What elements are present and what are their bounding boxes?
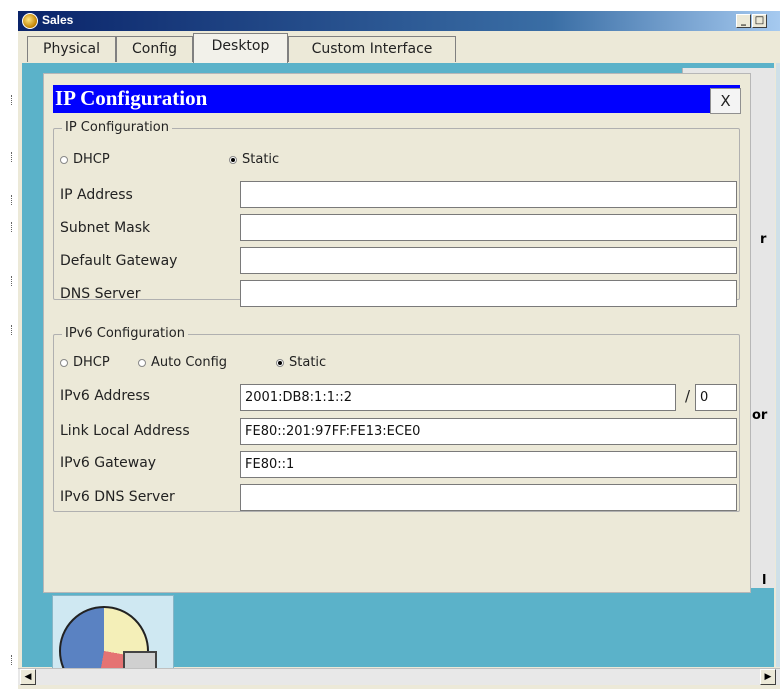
ip-address-field[interactable] [240,181,737,208]
ipv6-gateway-label: IPv6 Gateway [60,455,157,471]
tab-custom-interface[interactable]: Custom Interface [288,36,456,62]
ipv6-auto-config-radio[interactable]: Auto Config [138,355,227,370]
ipv6-address-field[interactable]: 2001:DB8:1:1::2 [240,384,676,411]
scroll-left-button[interactable]: ◀ [20,669,36,685]
ipv6-group: IPv6 Configuration DHCP Auto Config Stat… [53,326,740,512]
desktop-app-icon[interactable] [52,595,174,675]
radio-on-icon [276,358,284,367]
radio-on-icon [229,155,237,164]
subnet-mask-label: Subnet Mask [60,220,151,236]
dialog-titlebar: IP Configuration [53,85,740,113]
subnet-mask-field[interactable] [240,214,737,241]
ipv6-legend: IPv6 Configuration [62,326,188,341]
default-gateway-label: Default Gateway [60,253,178,269]
prefix-separator: / [685,387,691,405]
ipv6-static-radio[interactable]: Static [276,355,326,370]
link-local-address-label: Link Local Address [60,423,190,439]
ipv6-static-label: Static [289,355,327,370]
vertical-scroll-track[interactable] [776,63,780,667]
ipv4-group: IP Configuration DHCP Static IP Address … [53,120,740,307]
partial-label-r: r [760,232,767,247]
link-local-address-field[interactable]: FE80::201:97FF:FE13:ECE0 [240,418,737,445]
ipv4-static-label: Static [242,152,280,167]
app-icon [22,13,38,29]
scroll-right-button[interactable]: ▶ [760,669,776,685]
dns-server-field[interactable] [240,280,737,307]
partial-label-or: or [752,408,768,423]
ipv6-prefix-field[interactable]: 0 [695,384,737,411]
ipv4-legend: IP Configuration [62,120,172,135]
ipv4-static-radio[interactable]: Static [229,152,279,167]
ipv4-dhcp-label: DHCP [73,152,110,167]
tab-desktop[interactable]: Desktop [193,33,288,63]
ipv6-dhcp-label: DHCP [73,355,110,370]
minimize-button[interactable]: _ [736,14,751,28]
tab-config[interactable]: Config [116,36,193,62]
tab-physical[interactable]: Physical [27,36,116,62]
ipv6-dns-server-field[interactable] [240,484,737,511]
ip-configuration-dialog: IP Configuration X IP Configuration DHCP… [43,73,751,593]
ipv6-gateway-field[interactable]: FE80::1 [240,451,737,478]
ipv6-dhcp-radio[interactable]: DHCP [60,355,110,370]
ipv4-dhcp-radio[interactable]: DHCP [60,152,110,167]
dialog-title: IP Configuration [55,86,208,110]
radio-off-icon [138,358,146,367]
tab-bar: Physical Config Desktop Custom Interface [18,32,780,63]
close-button[interactable]: X [710,88,741,114]
dns-server-label: DNS Server [60,286,141,302]
ipv6-auto-config-label: Auto Config [151,355,228,370]
window-title: Sales [42,13,74,27]
ip-address-label: IP Address [60,187,133,203]
partial-label-l: l [762,573,767,588]
radio-off-icon [60,358,68,367]
ipv6-address-label: IPv6 Address [60,388,150,404]
maximize-button[interactable]: □ [752,14,767,28]
radio-off-icon [60,155,68,164]
default-gateway-field[interactable] [240,247,737,274]
horizontal-scrollbar[interactable]: ◀ ▶ [18,668,780,685]
left-edge-dots [0,0,14,689]
ipv6-dns-server-label: IPv6 DNS Server [60,489,175,505]
window-titlebar[interactable]: Sales _ □ [18,11,780,31]
